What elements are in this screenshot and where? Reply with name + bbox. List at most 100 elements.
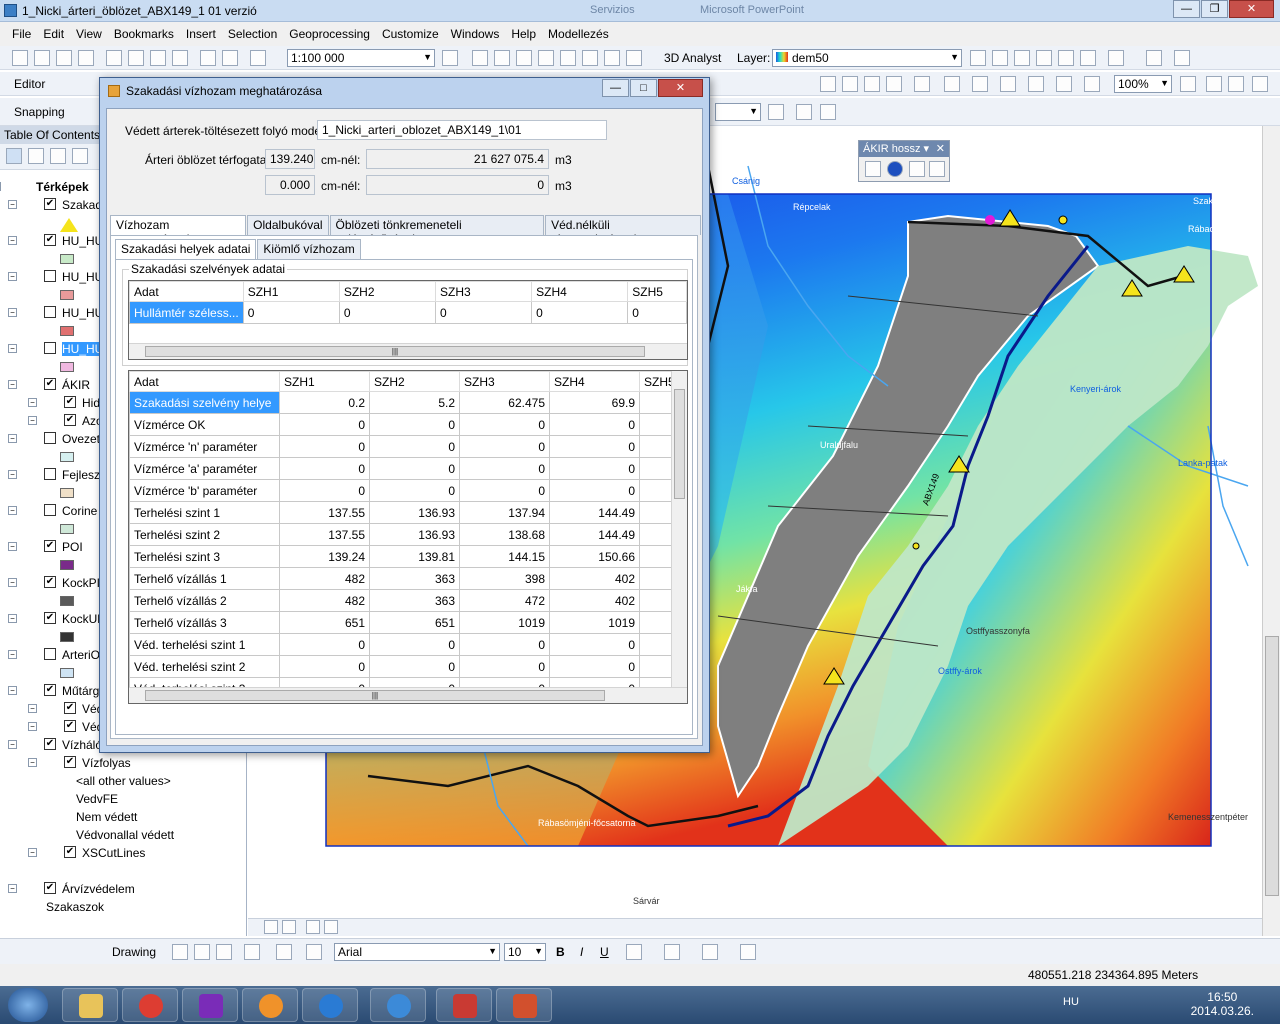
grid-cell[interactable]: 0 bbox=[369, 457, 460, 480]
reshape-icon[interactable] bbox=[842, 76, 858, 92]
attribute-table-icon[interactable] bbox=[820, 104, 836, 120]
grid-row-label[interactable]: Vízmérce OK bbox=[129, 413, 280, 436]
edit-vertices-icon[interactable] bbox=[306, 944, 322, 960]
taskbar-app-orange[interactable] bbox=[242, 988, 298, 1022]
grid-cell[interactable]: 0 bbox=[279, 479, 370, 502]
layer-visibility-checkbox[interactable]: ✔ bbox=[64, 414, 76, 426]
system-clock[interactable]: 16:50 2014.03.26. bbox=[1191, 990, 1254, 1018]
save-icon[interactable] bbox=[56, 50, 72, 66]
scroll-thumb[interactable] bbox=[1265, 636, 1279, 896]
grid-cell[interactable]: 1019 bbox=[549, 611, 640, 634]
layer-visibility-checkbox[interactable]: ✔ bbox=[44, 198, 56, 210]
grid-column-header[interactable]: SZH5 bbox=[627, 281, 687, 302]
menu-view[interactable]: View bbox=[70, 22, 108, 46]
scale-combo[interactable]: 1:100 000 ▼ bbox=[287, 49, 435, 67]
arcglobe-icon[interactable] bbox=[1174, 50, 1190, 66]
print-icon[interactable] bbox=[78, 50, 94, 66]
expand-toggle-icon[interactable]: − bbox=[8, 380, 17, 389]
table-row[interactable]: Terhelő vízállás 2 482 363 472 402 bbox=[129, 589, 680, 612]
restore-button[interactable]: ❐ bbox=[1201, 0, 1228, 18]
taskbar-explorer[interactable] bbox=[62, 988, 118, 1022]
grid-column-header[interactable]: SZH4 bbox=[531, 281, 629, 302]
text-icon[interactable] bbox=[276, 944, 292, 960]
sketch-properties-icon[interactable] bbox=[1000, 76, 1016, 92]
grid-cell[interactable]: 0 bbox=[531, 301, 629, 324]
grid-cell[interactable]: 137.94 bbox=[459, 501, 550, 524]
cut-icon[interactable] bbox=[106, 50, 122, 66]
table-row[interactable]: Vízmérce 'a' paraméter 0 0 0 0 bbox=[129, 457, 680, 480]
expand-toggle-icon[interactable]: − bbox=[8, 272, 17, 281]
grid-row-label[interactable]: Vízmérce 'a' paraméter bbox=[129, 457, 280, 480]
grid-cell[interactable]: 136.93 bbox=[369, 501, 460, 524]
table-row[interactable]: Hullámtér széless... 0 0 0 0 0 bbox=[129, 301, 687, 324]
layer-visibility-checkbox[interactable]: ✔ bbox=[44, 378, 56, 390]
grid-row-label[interactable]: Vízmérce 'n' paraméter bbox=[129, 435, 280, 458]
attributes-icon[interactable] bbox=[972, 76, 988, 92]
grid-cell[interactable]: 651 bbox=[279, 611, 370, 634]
layer-visibility-checkbox[interactable]: ✔ bbox=[64, 846, 76, 858]
layer-visibility-checkbox[interactable]: ✔ bbox=[64, 756, 76, 768]
grid-cell[interactable]: 136.93 bbox=[369, 523, 460, 546]
table-row[interactable]: Vízmérce OK 0 0 0 0 bbox=[129, 413, 680, 436]
grid-cell[interactable]: 0 bbox=[549, 435, 640, 458]
layer-visibility-checkbox[interactable]: ✔ bbox=[44, 882, 56, 894]
layer-visibility-checkbox[interactable]: ✔ bbox=[44, 738, 56, 750]
search-window-icon[interactable] bbox=[516, 50, 532, 66]
paste-icon[interactable] bbox=[150, 50, 166, 66]
cut-polygon-icon[interactable] bbox=[914, 76, 930, 92]
taskbar-powerpoint[interactable] bbox=[496, 988, 552, 1022]
grid-cell[interactable]: 0 bbox=[279, 413, 370, 436]
select-elements-icon[interactable] bbox=[172, 944, 188, 960]
open-icon[interactable] bbox=[34, 50, 50, 66]
expand-toggle-icon[interactable]: − bbox=[8, 740, 17, 749]
grid-hullamter[interactable]: Adat SZH1 SZH2 SZH3 SZH4 SZH5 Hullámtér széles… bbox=[128, 280, 688, 360]
expand-toggle-icon[interactable]: − bbox=[8, 884, 17, 893]
menu-edit[interactable]: Edit bbox=[37, 22, 70, 46]
grid-row-label[interactable]: Terhelési szint 2 bbox=[129, 523, 280, 546]
grid-column-header[interactable]: Adat bbox=[129, 281, 244, 302]
menu-insert[interactable]: Insert bbox=[180, 22, 222, 46]
grid-cell[interactable]: 0 bbox=[369, 479, 460, 502]
grid-cell[interactable]: 363 bbox=[369, 589, 460, 612]
grid2-vscroll-thumb[interactable] bbox=[674, 389, 685, 499]
contour-icon[interactable] bbox=[970, 50, 986, 66]
close-icon[interactable]: ✕ bbox=[936, 142, 945, 155]
layout-icon[interactable] bbox=[1056, 76, 1072, 92]
menu-selection[interactable]: Selection bbox=[222, 22, 283, 46]
dialog-minimize-button[interactable]: — bbox=[602, 79, 629, 97]
grid-column-header[interactable]: Adat bbox=[129, 371, 280, 392]
grid-cell[interactable]: 138.68 bbox=[459, 523, 550, 546]
grid-row-label[interactable]: Terhelő vízállás 3 bbox=[129, 611, 280, 634]
grid-cell[interactable]: 144.15 bbox=[459, 545, 550, 568]
pause-drawing-icon[interactable] bbox=[324, 920, 338, 934]
table-icon[interactable] bbox=[626, 50, 642, 66]
menu-bookmarks[interactable]: Bookmarks bbox=[108, 22, 180, 46]
interpolate-line-icon[interactable] bbox=[1058, 50, 1074, 66]
table-row[interactable]: Véd. terhelési szint 10000 bbox=[129, 633, 680, 656]
layer-visibility-checkbox[interactable]: ✔ bbox=[64, 702, 76, 714]
layer-visibility-checkbox[interactable]: ✔ bbox=[64, 720, 76, 732]
profile-graph-icon[interactable] bbox=[1108, 50, 1124, 66]
menu-geoprocessing[interactable]: Geoprocessing bbox=[283, 22, 376, 46]
grid-cell[interactable]: 0 bbox=[338, 301, 436, 324]
grid-column-header[interactable]: SZH3 bbox=[434, 281, 533, 302]
expand-toggle-icon[interactable]: − bbox=[8, 686, 17, 695]
list-by-source-icon[interactable] bbox=[28, 148, 44, 164]
grid-cell[interactable]: 0 bbox=[549, 479, 640, 502]
calculator-icon[interactable] bbox=[865, 161, 881, 177]
editor-menu[interactable]: Editor bbox=[14, 77, 45, 91]
grid-cell[interactable]: 137.55 bbox=[279, 501, 370, 524]
drawing-menu[interactable]: Drawing bbox=[112, 945, 156, 959]
layer-visibility-checkbox[interactable]: ✔ bbox=[44, 234, 56, 246]
expand-toggle-icon[interactable]: − bbox=[28, 758, 37, 767]
taskbar-globe-app[interactable] bbox=[370, 988, 426, 1022]
grid-cell[interactable]: 69.9 bbox=[549, 391, 640, 414]
create-features-icon[interactable] bbox=[1028, 76, 1044, 92]
expand-toggle-icon[interactable]: − bbox=[28, 398, 37, 407]
grid-cell[interactable]: 0 bbox=[549, 655, 640, 678]
expand-toggle-icon[interactable]: − bbox=[28, 848, 37, 857]
grid-row-label[interactable]: Hullámtér széless... bbox=[129, 301, 244, 324]
grid-row-label[interactable]: Véd. terhelési szint 1 bbox=[129, 633, 280, 656]
table-row[interactable]: Terhelési szint 1 137.55 136.93 137.94 144.4… bbox=[129, 501, 680, 524]
zoom-to-selected-icon[interactable] bbox=[216, 944, 232, 960]
